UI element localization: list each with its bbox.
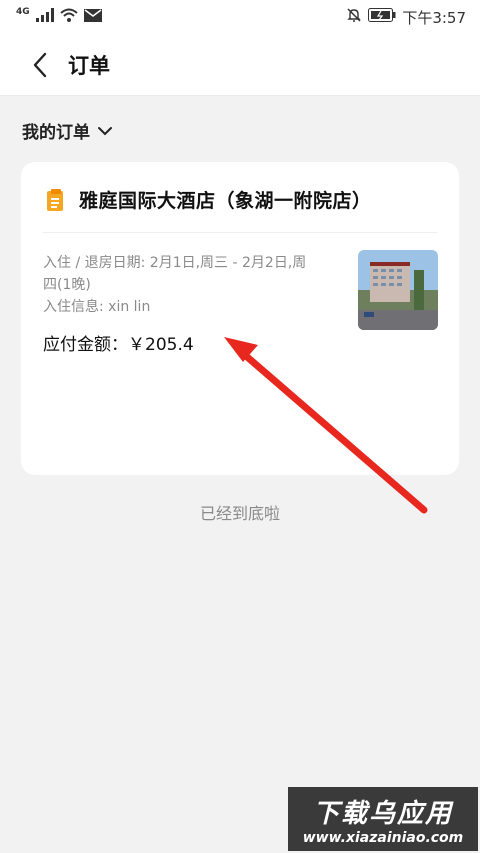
- stay-dates-line2: 四(1晚): [43, 277, 91, 293]
- back-button[interactable]: [20, 45, 60, 85]
- watermark-url: www.xiazainiao.com: [302, 829, 464, 846]
- mute-bell-icon: [346, 7, 362, 27]
- order-filter-dropdown[interactable]: 我的订单: [22, 118, 112, 143]
- network-type: 4G: [16, 7, 30, 17]
- watermark-title: 下载乌应用: [312, 798, 453, 829]
- status-bar: 4G 下午3:57: [0, 0, 480, 34]
- hotel-row: 雅庭国际大酒店（象湖一附院店）: [47, 186, 372, 213]
- end-of-list-text: 已经到底啦: [199, 504, 280, 523]
- filter-label: 我的订单: [22, 123, 90, 143]
- status-right: 下午3:57: [346, 7, 466, 28]
- clock: 下午3:57: [402, 8, 466, 27]
- amount-value: ￥205.4: [128, 335, 194, 355]
- watermark-logo: 下载乌应用 www.xiazainiao.com: [288, 787, 478, 851]
- amount-label: 应付金额：: [43, 335, 128, 355]
- battery-icon: [368, 8, 396, 26]
- stay-dates-line1: 入住 / 退房日期: 2月1日,周三 - 2月2日,周: [43, 255, 307, 271]
- order-details: 入住 / 退房日期: 2月1日,周三 - 2月2日,周 四(1晚) 入住信息: …: [43, 252, 343, 318]
- status-left: 4G: [16, 7, 102, 26]
- card-divider: [43, 232, 437, 233]
- hotel-thumbnail[interactable]: [358, 250, 438, 330]
- chevron-left-icon: [33, 52, 47, 77]
- mail-icon: [83, 8, 102, 26]
- hotel-name: 雅庭国际大酒店（象湖一附院店）: [79, 190, 372, 212]
- hotel-document-icon: [47, 188, 63, 211]
- guest-info: 入住信息: xin lin: [43, 299, 151, 315]
- order-card[interactable]: 雅庭国际大酒店（象湖一附院店） 入住 / 退房日期: 2月1日,周三 - 2月2…: [21, 162, 459, 475]
- wifi-icon: [59, 8, 78, 26]
- chevron-down-icon: [98, 126, 112, 135]
- signal-icon: [35, 8, 54, 26]
- app-header: 订单: [0, 34, 480, 96]
- payment-amount: 应付金额：￥205.4: [43, 330, 194, 355]
- page-title: 订单: [68, 53, 110, 78]
